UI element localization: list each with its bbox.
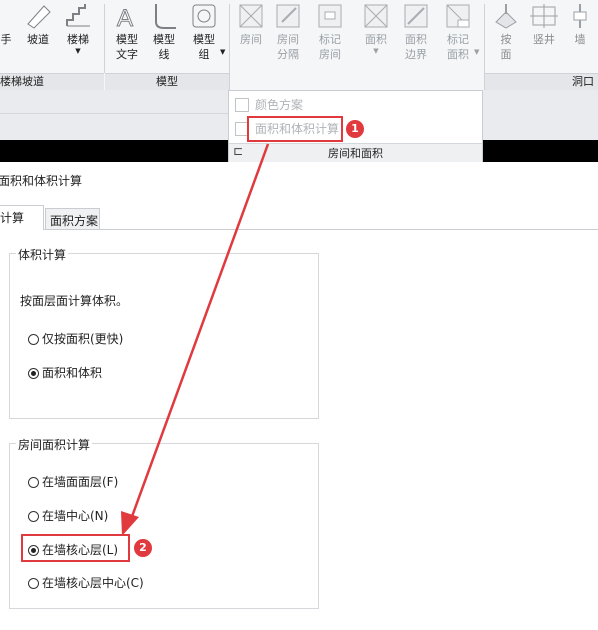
annotation-arrow bbox=[121, 143, 270, 536]
